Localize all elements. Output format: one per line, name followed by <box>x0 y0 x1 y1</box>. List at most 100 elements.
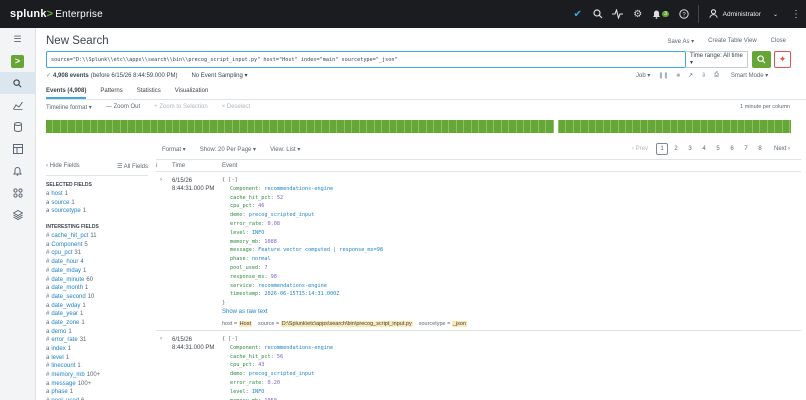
tab-visualization[interactable]: Visualization <box>175 85 209 99</box>
timeline-column[interactable] <box>121 120 129 133</box>
timeline-column[interactable] <box>524 120 532 133</box>
print-icon[interactable]: ⎙ <box>714 72 719 79</box>
timeline-column[interactable] <box>98 120 106 133</box>
json-value[interactable]: 7 <box>264 265 267 271</box>
gear-icon[interactable]: ⚙ <box>628 0 648 28</box>
tab-events[interactable]: Events (4,908) <box>46 85 87 99</box>
export-icon[interactable]: ⇩ <box>701 72 706 79</box>
timeline-column[interactable] <box>382 120 390 133</box>
field-item[interactable]: a source 1 <box>46 199 148 208</box>
json-open[interactable]: { [-] <box>222 176 801 185</box>
timeline-column[interactable] <box>775 120 783 133</box>
page-button[interactable]: 4 <box>698 143 710 155</box>
timeline-column[interactable] <box>419 120 427 133</box>
timeline-column[interactable] <box>487 120 495 133</box>
page-button[interactable]: 2 <box>670 143 682 155</box>
check-circle-icon[interactable]: ✔ <box>568 0 588 28</box>
field-item[interactable]: a Component 5 <box>46 241 148 250</box>
json-value[interactable]: 46 <box>258 203 264 209</box>
apps-icon[interactable] <box>0 204 36 226</box>
timeline-column[interactable] <box>412 120 420 133</box>
timeline-column[interactable] <box>166 120 173 133</box>
timeline-column[interactable] <box>494 120 502 133</box>
timeline-column[interactable] <box>263 120 271 133</box>
json-key[interactable]: cpu_pct <box>230 362 252 368</box>
timeline-column[interactable] <box>708 120 716 133</box>
field-item[interactable]: a phase 1 <box>46 388 148 397</box>
timeline-column[interactable] <box>783 120 791 133</box>
field-item[interactable]: # cache_hit_pct 11 <box>46 232 148 241</box>
field-item[interactable]: # error_rate 31 <box>46 336 148 345</box>
timeline-column[interactable] <box>143 120 151 133</box>
timeline-column[interactable] <box>248 120 256 133</box>
share-icon[interactable]: ↗ <box>688 72 693 79</box>
close-button[interactable]: Close <box>771 38 786 45</box>
field-item[interactable]: # linecount 1 <box>46 362 148 371</box>
field-item[interactable]: a host 1 <box>46 190 148 199</box>
json-key[interactable]: cache_hit_pct <box>230 354 271 360</box>
timeline-column[interactable] <box>307 120 315 133</box>
splunk-logo[interactable]: splunk> Enterprise <box>10 8 103 20</box>
timeline-column[interactable] <box>158 120 166 133</box>
timeline-column[interactable] <box>768 120 776 133</box>
search-assistant-icon[interactable]: ✦ <box>774 51 791 68</box>
page-button[interactable]: 6 <box>726 143 738 155</box>
zoom-to-selection-button[interactable]: + Zoom to Selection <box>154 104 208 111</box>
timeline-column[interactable] <box>292 120 300 133</box>
timeline-column[interactable] <box>656 120 664 133</box>
field-item[interactable]: a date_zone 1 <box>46 319 148 328</box>
dashboards-icon[interactable] <box>0 138 36 160</box>
timeline-column[interactable] <box>531 120 539 133</box>
json-value[interactable]: precog_scripted_input <box>249 212 315 218</box>
field-item[interactable]: # date_mday 1 <box>46 267 148 276</box>
show-raw-text-link[interactable]: Show as raw text <box>222 309 801 318</box>
page-button[interactable]: 8 <box>754 143 766 155</box>
timeline-column[interactable] <box>203 120 211 133</box>
help-icon[interactable]: ? <box>674 0 694 28</box>
meta-value[interactable]: Host <box>238 320 252 327</box>
stop-icon[interactable]: ■ <box>676 73 680 79</box>
timeline-column[interactable] <box>128 120 136 133</box>
json-value[interactable]: recommendations-engine <box>264 186 333 192</box>
json-value[interactable]: recommendations-engine <box>264 345 333 351</box>
json-key[interactable]: cpu_pct <box>230 203 252 209</box>
timeline-column[interactable] <box>464 120 472 133</box>
search-input[interactable]: source="D:\\Splunk\\etc\\apps\\search\\b… <box>46 51 686 68</box>
all-fields-button[interactable]: ☰ All Fields <box>117 163 148 170</box>
timeline-column[interactable] <box>479 120 487 133</box>
timeline-column[interactable] <box>397 120 405 133</box>
meta-value[interactable]: _json <box>451 320 468 327</box>
timeline-column[interactable] <box>390 120 398 133</box>
timeline-column[interactable] <box>106 120 114 133</box>
timeline-column[interactable] <box>434 120 442 133</box>
timeline-column[interactable] <box>195 120 203 133</box>
timeline-column[interactable] <box>633 120 641 133</box>
timeline-column[interactable] <box>270 120 278 133</box>
json-value[interactable]: 56 <box>277 354 283 360</box>
menu-icon[interactable]: ☰ <box>0 28 36 50</box>
timeline-column[interactable] <box>574 120 582 133</box>
timeline-column[interactable] <box>641 120 649 133</box>
activity-icon[interactable] <box>608 0 628 28</box>
timeline-column[interactable] <box>589 120 597 133</box>
timeline-column[interactable] <box>753 120 761 133</box>
json-value[interactable]: 0.08 <box>267 221 280 227</box>
json-value[interactable]: 2026-06-15T15:14:31.000Z <box>264 291 339 297</box>
timeline-column[interactable] <box>760 120 768 133</box>
tab-statistics[interactable]: Statistics <box>137 85 161 99</box>
timeline-column[interactable] <box>210 120 218 133</box>
field-item[interactable]: # cpu_pct 31 <box>46 249 148 258</box>
timeline-column[interactable] <box>745 120 753 133</box>
user-menu[interactable]: Administrator ⌄ <box>697 5 786 23</box>
timeline-column[interactable] <box>611 120 619 133</box>
expand-toggle-icon[interactable]: › <box>156 331 166 400</box>
json-key[interactable]: Component <box>230 186 258 192</box>
timeline-column[interactable] <box>581 120 589 133</box>
field-item[interactable]: a demo 1 <box>46 328 148 337</box>
field-item[interactable]: a sourcetype 1 <box>46 207 148 216</box>
field-item[interactable]: a level 1 <box>46 354 148 363</box>
page-button[interactable]: 5 <box>712 143 724 155</box>
timeline-column[interactable] <box>61 120 69 133</box>
timeline-column[interactable] <box>619 120 626 133</box>
json-value[interactable]: INFO <box>252 389 265 395</box>
